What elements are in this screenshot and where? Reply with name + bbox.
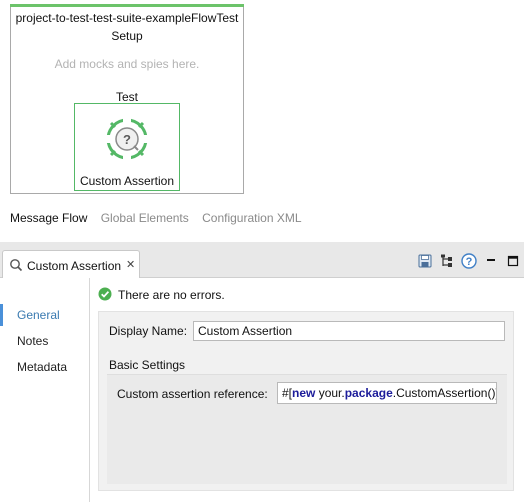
assertion-reference-label: Custom assertion reference: — [117, 387, 268, 401]
svg-text:?: ? — [123, 132, 131, 147]
custom-assertion-icon: ? — [102, 114, 152, 164]
properties-view-header: Custom Assertion ✕ ? — [0, 242, 524, 279]
validation-status: There are no errors. — [98, 287, 225, 303]
expr-keyword-package: package — [344, 386, 393, 400]
flow-title: project-to-test-test-suite-exampleFlowTe… — [15, 11, 239, 25]
close-icon[interactable]: ✕ — [126, 258, 135, 271]
basic-settings-group: Custom assertion reference: #[new your.p… — [107, 374, 507, 484]
magnifier-icon — [9, 258, 23, 272]
flow-accent-bar — [10, 4, 244, 7]
custom-assertion-processor[interactable]: ? Custom Assertion — [74, 103, 180, 191]
setup-drop-hint[interactable]: Add mocks and spies here. — [11, 57, 243, 71]
nav-item-general[interactable]: General — [0, 304, 89, 326]
nav-item-metadata[interactable]: Metadata — [0, 356, 89, 378]
test-flow-container[interactable]: project-to-test-test-suite-exampleFlowTe… — [10, 4, 244, 194]
flow-canvas: project-to-test-test-suite-exampleFlowTe… — [0, 0, 524, 240]
expr-suffix: .CustomAssertion()] — [392, 386, 497, 400]
save-icon[interactable] — [416, 252, 434, 270]
properties-tab[interactable]: Custom Assertion ✕ — [2, 250, 140, 279]
expr-keyword-new: new — [292, 386, 316, 400]
tree-icon[interactable] — [438, 252, 456, 270]
display-name-field[interactable] — [193, 321, 505, 341]
tab-message-flow[interactable]: Message Flow — [10, 211, 87, 225]
check-icon — [98, 287, 112, 304]
status-message: There are no errors. — [118, 288, 225, 302]
properties-body: General Notes Metadata There are no erro… — [0, 278, 524, 502]
display-name-label: Display Name: — [109, 324, 188, 338]
minimize-icon[interactable] — [482, 252, 500, 270]
tab-global-elements[interactable]: Global Elements — [101, 211, 189, 225]
expr-middle: your. — [315, 386, 345, 400]
expr-prefix: #[ — [282, 386, 293, 400]
nav-item-notes[interactable]: Notes — [0, 330, 89, 352]
test-section-label: Test — [115, 90, 138, 104]
properties-tab-label: Custom Assertion — [27, 259, 122, 273]
tab-configuration-xml[interactable]: Configuration XML — [202, 211, 301, 225]
view-toolbar: ? — [412, 252, 522, 270]
processor-label: Custom Assertion — [79, 174, 175, 188]
properties-nav: General Notes Metadata — [0, 278, 90, 502]
setup-section-label: Setup — [111, 29, 143, 43]
general-panel: Display Name: Basic Settings Custom asse… — [98, 311, 514, 491]
maximize-icon[interactable] — [504, 252, 522, 270]
assertion-reference-field[interactable]: #[new your.package.CustomAssertion()] — [277, 382, 497, 404]
editor-tabs: Message Flow Global Elements Configurati… — [10, 211, 312, 227]
help-icon[interactable]: ? — [460, 252, 478, 270]
basic-settings-heading: Basic Settings — [109, 358, 186, 372]
svg-text:?: ? — [466, 256, 473, 268]
